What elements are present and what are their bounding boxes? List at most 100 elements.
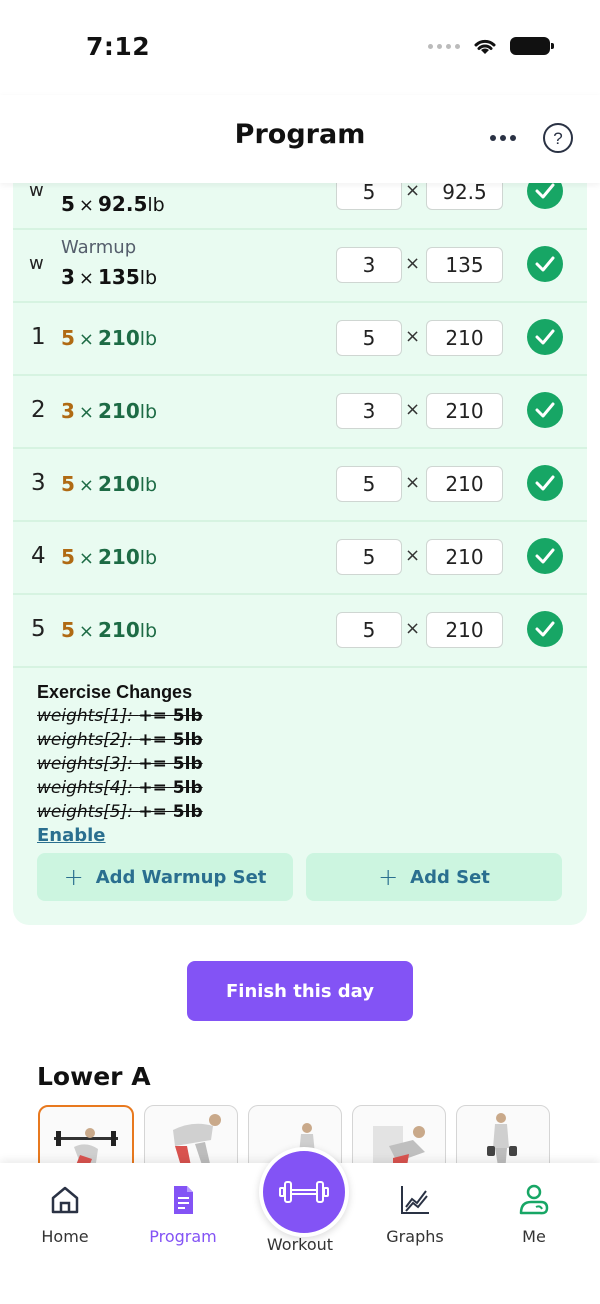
tab-home[interactable]: Home: [10, 1183, 120, 1246]
weight-input[interactable]: 210: [426, 393, 503, 429]
set-description: 5 × 210lb: [61, 472, 157, 496]
chart-icon: [401, 1186, 429, 1214]
set-row: 4 5 × 210lb 5 × 210: [13, 521, 587, 595]
tab-program[interactable]: Program: [128, 1183, 238, 1246]
add-set-label: Add Set: [410, 866, 490, 888]
add-warmup-set-button[interactable]: + Add Warmup Set: [37, 853, 293, 901]
set-description: 5 × 210lb: [61, 545, 157, 569]
profile-muscle-icon: [519, 1184, 549, 1215]
set-row: 3 5 × 210lb 5 × 210: [13, 448, 587, 522]
status-time: 7:12: [86, 32, 151, 61]
set-reps: 3: [61, 265, 75, 289]
enable-link[interactable]: Enable: [37, 824, 203, 848]
times-symbol: ×: [405, 399, 421, 420]
check-icon: [535, 256, 555, 272]
set-weight: 92.5: [98, 192, 148, 216]
set-number: 2: [31, 397, 46, 423]
warmup-set-row: W Warmup 3 × 135lb 3 × 135: [13, 229, 587, 303]
change-item: weights[5]: += 5lb: [37, 800, 203, 824]
finish-day-button[interactable]: Finish this day: [187, 961, 413, 1021]
change-item: weights[3]: += 5lb: [37, 752, 203, 776]
set-reps: 5: [61, 545, 75, 569]
set-weight: 135: [98, 265, 140, 289]
add-warmup-label: Add Warmup Set: [95, 866, 267, 888]
weight-input[interactable]: 210: [426, 612, 503, 648]
set-complete-checkbox[interactable]: [527, 246, 563, 282]
workout-button[interactable]: [259, 1147, 349, 1237]
change-item: weights[2]: += 5lb: [37, 728, 203, 752]
set-number: 3: [31, 470, 46, 496]
set-weight: 210: [98, 326, 140, 350]
set-number: 5: [31, 616, 46, 642]
help-icon[interactable]: ?: [542, 122, 574, 154]
home-icon: [51, 1186, 79, 1214]
plus-icon: +: [63, 863, 84, 891]
warmup-label: Warmup: [61, 237, 137, 258]
exercise-changes: Exercise Changes weights[1]: += 5lb weigh…: [37, 680, 203, 848]
weight-input[interactable]: 210: [426, 320, 503, 356]
times-symbol: ×: [405, 472, 421, 493]
times-symbol: ×: [78, 195, 95, 216]
more-icon[interactable]: [490, 135, 516, 141]
set-weight: 210: [98, 399, 140, 423]
set-weight: 210: [98, 618, 140, 642]
set-weight: 210: [98, 545, 140, 569]
weight-input[interactable]: 210: [426, 539, 503, 575]
change-item: weights[1]: += 5lb: [37, 704, 203, 728]
set-unit: lb: [139, 267, 158, 289]
svg-text:?: ?: [553, 129, 562, 148]
set-reps: 3: [61, 399, 75, 423]
dumbbell-icon: [279, 1181, 329, 1203]
add-set-button[interactable]: + Add Set: [306, 853, 562, 901]
set-description: 5 × 210lb: [61, 618, 157, 642]
set-unit: lb: [139, 401, 158, 423]
reps-input[interactable]: 5: [336, 612, 402, 648]
times-symbol: ×: [405, 326, 421, 347]
reps-input[interactable]: 5: [336, 466, 402, 502]
plus-icon: +: [378, 863, 399, 891]
tab-workout-label: Workout: [266, 1235, 334, 1254]
change-key: weights[3]:: [37, 754, 133, 774]
change-value: += 5lb: [138, 730, 203, 750]
times-symbol: ×: [405, 180, 421, 201]
check-icon: [535, 329, 555, 345]
set-reps: 5: [61, 472, 75, 496]
set-number: 1: [31, 324, 46, 350]
set-reps: 5: [61, 326, 75, 350]
times-symbol: ×: [78, 329, 95, 350]
reps-input[interactable]: 3: [336, 247, 402, 283]
times-symbol: ×: [78, 475, 95, 496]
times-symbol: ×: [78, 548, 95, 569]
tab-me-label: Me: [522, 1227, 546, 1246]
header: Program: [0, 95, 600, 183]
set-row: 1 5 × 210lb 5 × 210: [13, 302, 587, 376]
change-value: += 5lb: [138, 754, 203, 774]
battery-icon: [510, 37, 554, 55]
section-title: Lower A: [37, 1062, 151, 1091]
change-key: weights[2]:: [37, 730, 133, 750]
weight-input[interactable]: 135: [426, 247, 503, 283]
check-icon: [535, 183, 555, 199]
tab-me[interactable]: Me: [479, 1183, 589, 1246]
set-complete-checkbox[interactable]: [527, 392, 563, 428]
times-symbol: ×: [405, 545, 421, 566]
reps-input[interactable]: 3: [336, 393, 402, 429]
tab-graphs-label: Graphs: [386, 1227, 444, 1246]
tab-program-label: Program: [149, 1227, 217, 1246]
set-complete-checkbox[interactable]: [527, 465, 563, 501]
reps-input[interactable]: 5: [336, 539, 402, 575]
set-complete-checkbox[interactable]: [527, 319, 563, 355]
change-key: weights[5]:: [37, 802, 133, 822]
set-number: 4: [31, 543, 46, 569]
check-icon: [535, 402, 555, 418]
check-icon: [535, 548, 555, 564]
reps-input[interactable]: 5: [336, 320, 402, 356]
times-symbol: ×: [78, 621, 95, 642]
set-unit: lb: [139, 328, 158, 350]
weight-input[interactable]: 210: [426, 466, 503, 502]
tab-graphs[interactable]: Graphs: [360, 1183, 470, 1246]
set-row: 2 3 × 210lb 3 × 210: [13, 375, 587, 449]
change-value: += 5lb: [138, 802, 203, 822]
set-complete-checkbox[interactable]: [527, 611, 563, 647]
set-complete-checkbox[interactable]: [527, 538, 563, 574]
